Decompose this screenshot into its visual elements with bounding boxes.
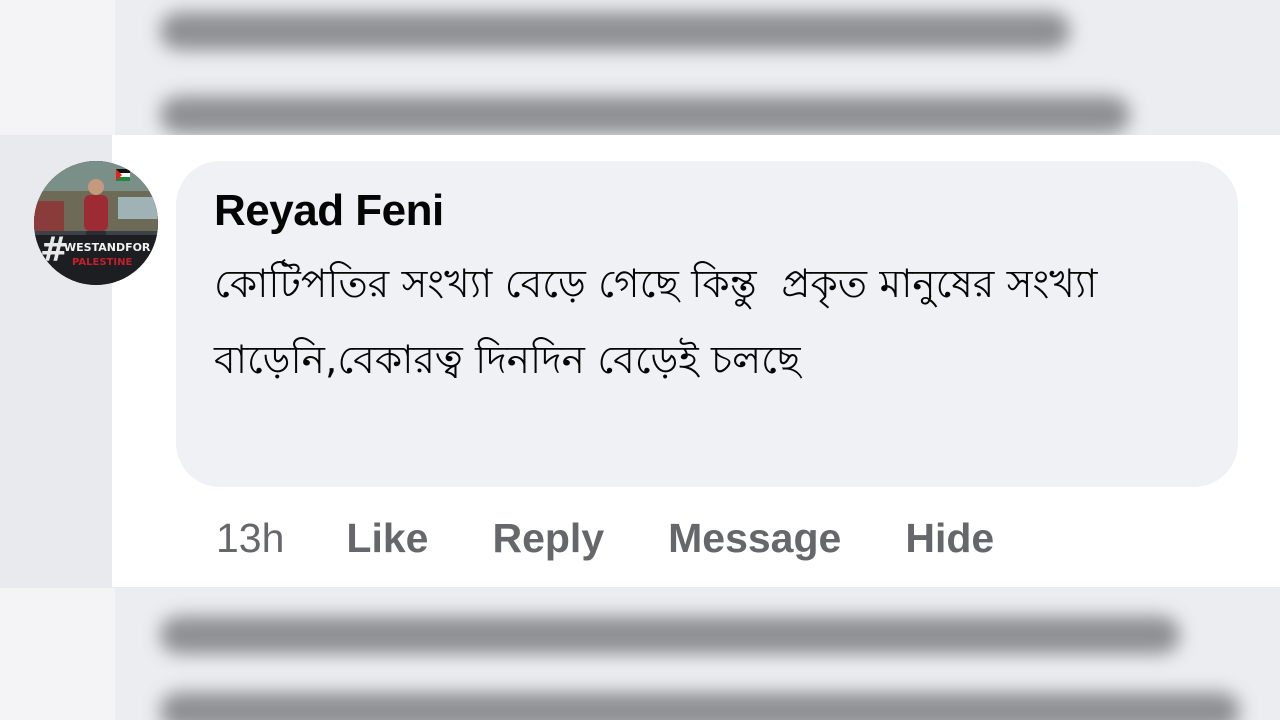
reply-button[interactable]: Reply xyxy=(492,515,604,562)
hide-button[interactable]: Hide xyxy=(905,515,994,562)
comment-author-name[interactable]: Reyad Feni xyxy=(214,186,444,236)
blurred-previous-comment xyxy=(0,0,1280,135)
avatar[interactable]: # WESTANDFOR PALESTINE xyxy=(34,161,158,285)
comment-timestamp[interactable]: 13h xyxy=(216,515,284,562)
avatar-photo: # WESTANDFOR PALESTINE xyxy=(34,161,158,285)
svg-text:PALESTINE: PALESTINE xyxy=(72,257,132,268)
svg-text:WESTANDFOR: WESTANDFOR xyxy=(64,241,151,254)
comment-actions: 13h Like Reply Message Hide xyxy=(216,510,1058,566)
like-button[interactable]: Like xyxy=(346,515,428,562)
message-button[interactable]: Message xyxy=(668,515,841,562)
comment-text: কোটিপতির সংখ্যা বেড়ে গেছে কিন্তু প্রকৃত… xyxy=(214,262,1110,383)
blurred-next-comment xyxy=(0,588,1280,720)
